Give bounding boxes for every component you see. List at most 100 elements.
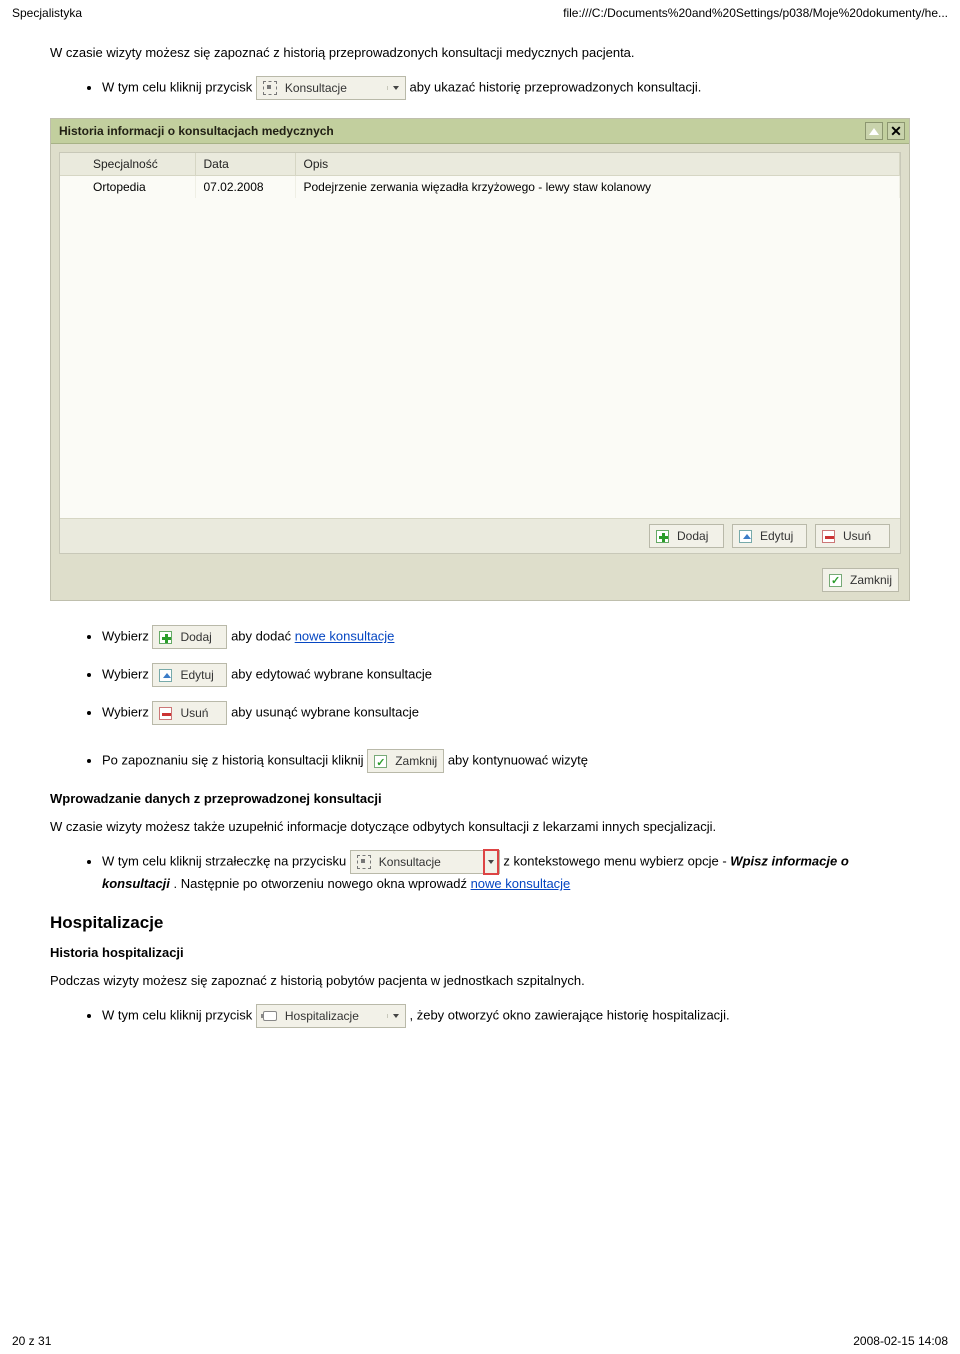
edit-button[interactable]: Edytuj	[732, 524, 807, 548]
consult-table: Specjalność Data Opis Ortopedia 07.02.20…	[60, 153, 900, 198]
hospitalizacje-button[interactable]: Hospitalizacje	[256, 1004, 406, 1028]
page-number: 20 z 31	[12, 1334, 51, 1348]
panel-close-button[interactable]: ✕	[887, 122, 905, 140]
col-opis[interactable]: Opis	[295, 153, 900, 176]
hospitalizacje-icon	[263, 1011, 277, 1021]
edit-button-inline[interactable]: Edytuj	[152, 663, 227, 687]
bullet-arrow: W tym celu kliknij strzałeczkę na przyci…	[102, 850, 910, 895]
text: aby ukazać historię przeprowadzonych kon…	[409, 80, 701, 95]
add-button[interactable]: Dodaj	[649, 524, 724, 548]
bullet-close: Po zapoznaniu się z historią konsultacji…	[102, 749, 910, 773]
konsultacje-button-label: Konsultacje	[285, 79, 347, 98]
text: W tym celu kliknij przycisk	[102, 80, 256, 95]
edit-icon	[159, 669, 172, 682]
header-left: Specjalistyka	[12, 6, 82, 20]
intro-paragraph: W czasie wizyty możesz się zapoznać z hi…	[50, 44, 910, 62]
text: aby edytować wybrane konsultacje	[231, 667, 432, 682]
chevron-up-icon	[869, 128, 879, 135]
label: Dodaj	[180, 628, 211, 647]
delete-button[interactable]: Usuń	[815, 524, 890, 548]
col-specjalnosc[interactable]: Specjalność	[85, 153, 195, 176]
add-button-label: Dodaj	[677, 529, 708, 543]
wprowadzanie-heading: Wprowadzanie danych z przeprowadzonej ko…	[50, 791, 910, 806]
text: W tym celu kliknij przycisk	[102, 1008, 256, 1023]
new-consult-link-2[interactable]: nowe konsultacje	[471, 876, 571, 891]
panel-body: Specjalność Data Opis Ortopedia 07.02.20…	[51, 144, 909, 562]
close-button-label: Zamknij	[850, 573, 892, 587]
browser-header: Specjalistyka file:///C:/Documents%20and…	[0, 0, 960, 24]
plus-icon	[656, 530, 669, 543]
bullet-list-4: W tym celu kliknij przycisk Hospitalizac…	[50, 1004, 910, 1028]
text: Wybierz	[102, 705, 152, 720]
panel-collapse-button[interactable]	[865, 122, 883, 140]
label: Edytuj	[180, 666, 213, 685]
new-consult-link[interactable]: nowe konsultacje	[295, 629, 395, 644]
bullet-edit: Wybierz Edytuj aby edytować wybrane kons…	[102, 663, 910, 687]
label: Hospitalizacje	[285, 1007, 359, 1026]
add-button-inline[interactable]: Dodaj	[152, 625, 227, 649]
bullet-delete: Wybierz Usuń aby usunąć wybrane konsulta…	[102, 701, 910, 725]
table-row[interactable]: Ortopedia 07.02.2008 Podejrzenie zerwani…	[60, 176, 900, 199]
konsultacje-button[interactable]: Konsultacje	[256, 76, 406, 100]
konsultacje-button-2[interactable]: Konsultacje	[350, 850, 500, 874]
label: Konsultacje	[379, 853, 441, 872]
text: , żeby otworzyć okno zawierające histori…	[409, 1008, 729, 1023]
highlighted-dropdown[interactable]	[483, 849, 499, 875]
text: aby kontynuować wizytę	[448, 753, 588, 768]
bullet-list-2: Wybierz Dodaj aby dodać nowe konsultacje…	[50, 625, 910, 773]
bullet-hosp: W tym celu kliknij przycisk Hospitalizac…	[102, 1004, 910, 1028]
text: W tym celu kliknij strzałeczkę na przyci…	[102, 854, 350, 869]
wprowadzanie-para: W czasie wizyty możesz także uzupełnić i…	[50, 818, 910, 836]
timestamp: 2008-02-15 14:08	[853, 1334, 948, 1348]
text: Wybierz	[102, 667, 152, 682]
dropdown-arrow-icon[interactable]	[387, 86, 399, 90]
text: aby usunąć wybrane konsultacje	[231, 705, 419, 720]
bullet-list-1: W tym celu kliknij przycisk Konsultacje …	[50, 76, 910, 100]
konsultacje-icon	[357, 855, 371, 869]
chevron-down-icon	[488, 860, 494, 864]
text: aby dodać	[231, 629, 295, 644]
bullet-click-konsultacje: W tym celu kliknij przycisk Konsultacje …	[102, 76, 910, 100]
text: . Następnie po otworzeniu nowego okna wp…	[174, 876, 471, 891]
plus-icon	[159, 631, 172, 644]
panel-title-text: Historia informacji o konsultacjach medy…	[59, 124, 334, 138]
header-right: file:///C:/Documents%20and%20Settings/p0…	[563, 6, 948, 20]
delete-button-inline[interactable]: Usuń	[152, 701, 227, 725]
panel-titlebar: Historia informacji o konsultacjach medy…	[51, 119, 909, 144]
minus-icon	[159, 707, 172, 720]
panel-footer: Zamknij	[51, 562, 909, 600]
historia-hosp-subheading: Historia hospitalizacji	[50, 945, 910, 960]
cell-date: 07.02.2008	[195, 176, 295, 199]
hosp-para: Podczas wizyty możesz się zapoznać z his…	[50, 972, 910, 990]
check-icon	[374, 755, 387, 768]
text: Po zapoznaniu się z historią konsultacji…	[102, 753, 367, 768]
edit-icon	[739, 530, 752, 543]
check-icon	[829, 574, 842, 587]
col-blank	[60, 153, 85, 176]
minus-icon	[822, 530, 835, 543]
text: z kontekstowego menu wybierz opcje -	[503, 854, 730, 869]
close-icon: ✕	[890, 124, 902, 138]
label: Zamknij	[395, 752, 437, 771]
page-footer: 20 z 31 2008-02-15 14:08	[12, 1334, 948, 1348]
content: W czasie wizyty możesz się zapoznać z hi…	[0, 24, 960, 1028]
history-panel: Historia informacji o konsultacjach medy…	[50, 118, 910, 601]
hospitalizacje-heading: Hospitalizacje	[50, 913, 910, 933]
konsultacje-icon	[263, 81, 277, 95]
dropdown-arrow-icon[interactable]	[387, 1014, 399, 1018]
page: Specjalistyka file:///C:/Documents%20and…	[0, 0, 960, 1354]
bullet-add: Wybierz Dodaj aby dodać nowe konsultacje	[102, 625, 910, 649]
bullet-list-3: W tym celu kliknij strzałeczkę na przyci…	[50, 850, 910, 895]
grid-empty-area	[60, 198, 900, 518]
grid-toolbar: Dodaj Edytuj Usuń	[60, 518, 900, 553]
close-button-inline[interactable]: Zamknij	[367, 749, 444, 773]
close-button[interactable]: Zamknij	[822, 568, 899, 592]
cell-spec: Ortopedia	[85, 176, 195, 199]
label: Usuń	[180, 704, 208, 723]
delete-button-label: Usuń	[843, 529, 871, 543]
panel-controls: ✕	[865, 122, 905, 140]
edit-button-label: Edytuj	[760, 529, 793, 543]
col-data[interactable]: Data	[195, 153, 295, 176]
consult-grid: Specjalność Data Opis Ortopedia 07.02.20…	[59, 152, 901, 554]
cell-desc: Podejrzenie zerwania więzadła krzyżowego…	[295, 176, 900, 199]
